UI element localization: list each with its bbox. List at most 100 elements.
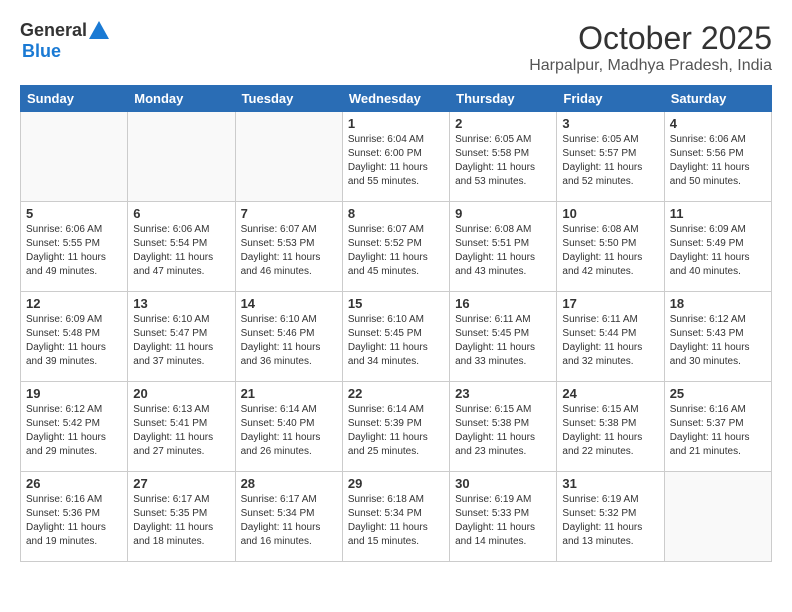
calendar-cell: 31 Sunrise: 6:19 AMSunset: 5:32 PMDayligh… [557,472,664,562]
day-number: 21 [241,386,337,401]
calendar-cell: 7 Sunrise: 6:07 AMSunset: 5:53 PMDaylight… [235,202,342,292]
day-number: 26 [26,476,122,491]
calendar-cell: 11 Sunrise: 6:09 AMSunset: 5:49 PMDayligh… [664,202,771,292]
calendar-cell: 15 Sunrise: 6:10 AMSunset: 5:45 PMDayligh… [342,292,449,382]
day-info: Sunrise: 6:10 AMSunset: 5:47 PMDaylight:… [133,313,229,369]
calendar-cell: 5 Sunrise: 6:06 AMSunset: 5:55 PMDaylight… [21,202,128,292]
day-number: 18 [670,296,766,311]
calendar-cell: 19 Sunrise: 6:12 AMSunset: 5:42 PMDayligh… [21,382,128,472]
day-info: Sunrise: 6:18 AMSunset: 5:34 PMDaylight:… [348,493,444,549]
calendar-week-row: 1Sunrise: 6:04 AMSunset: 6:00 PMDaylight… [21,112,772,202]
calendar-cell [235,112,342,202]
day-number: 6 [133,206,229,221]
calendar-cell: 21Sunrise: 6:14 AMSunset: 5:40 PMDayligh… [235,382,342,472]
day-info: Sunrise: 6:14 AMSunset: 5:39 PMDaylight:… [348,403,444,459]
day-number: 19 [26,386,122,401]
day-number: 27 [133,476,229,491]
day-info: Sunrise: 6:08 AMSunset: 5:50 PMDaylight:… [562,223,658,279]
calendar-cell: 20Sunrise: 6:13 AMSunset: 5:41 PMDayligh… [128,382,235,472]
day-info: Sunrise: 6:15 AMSunset: 5:38 PMDaylight:… [562,403,658,459]
day-info: Sunrise: 6:09 AMSunset: 5:48 PMDaylight:… [26,313,122,369]
calendar-cell: 4 Sunrise: 6:06 AMSunset: 5:56 PMDaylight… [664,112,771,202]
day-info: Sunrise: 6:15 AMSunset: 5:38 PMDaylight:… [455,403,551,459]
day-info: Sunrise: 6:10 AMSunset: 5:45 PMDaylight:… [348,313,444,369]
calendar-cell: 1Sunrise: 6:04 AMSunset: 6:00 PMDaylight… [342,112,449,202]
calendar-cell: 8Sunrise: 6:07 AMSunset: 5:52 PMDaylight… [342,202,449,292]
day-number: 17 [562,296,658,311]
calendar-cell: 30 Sunrise: 6:19 AMSunset: 5:33 PMDayligh… [450,472,557,562]
day-number: 13 [133,296,229,311]
day-info: Sunrise: 6:08 AMSunset: 5:51 PMDaylight:… [455,223,551,279]
calendar-cell [664,472,771,562]
day-info: Sunrise: 6:11 AMSunset: 5:44 PMDaylight:… [562,313,658,369]
day-number: 12 [26,296,122,311]
day-number: 24 [562,386,658,401]
weekday-header: Friday [557,86,664,112]
day-number: 3 [562,116,658,131]
calendar-cell: 3 Sunrise: 6:05 AMSunset: 5:57 PMDaylight… [557,112,664,202]
calendar-cell: 14 Sunrise: 6:10 AMSunset: 5:46 PMDayligh… [235,292,342,382]
day-info: Sunrise: 6:07 AMSunset: 5:53 PMDaylight:… [241,223,337,279]
day-info: Sunrise: 6:06 AMSunset: 5:54 PMDaylight:… [133,223,229,279]
weekday-header: Thursday [450,86,557,112]
logo-blue-text: Blue [22,41,61,61]
day-number: 5 [26,206,122,221]
calendar-cell [21,112,128,202]
day-info: Sunrise: 6:16 AMSunset: 5:37 PMDaylight:… [670,403,766,459]
calendar-cell: 6 Sunrise: 6:06 AMSunset: 5:54 PMDaylight… [128,202,235,292]
location: Harpalpur, Madhya Pradesh, India [529,57,772,75]
weekday-header-row: SundayMondayTuesdayWednesdayThursdayFrid… [21,86,772,112]
day-number: 15 [348,296,444,311]
day-info: Sunrise: 6:09 AMSunset: 5:49 PMDaylight:… [670,223,766,279]
calendar-cell: 10 Sunrise: 6:08 AMSunset: 5:50 PMDayligh… [557,202,664,292]
calendar-week-row: 5 Sunrise: 6:06 AMSunset: 5:55 PMDaylight… [21,202,772,292]
day-number: 30 [455,476,551,491]
day-info: Sunrise: 6:05 AMSunset: 5:57 PMDaylight:… [562,133,658,189]
day-number: 25 [670,386,766,401]
page-header: General Blue October 2025 Harpalpur, Mad… [20,20,772,75]
calendar-cell [128,112,235,202]
day-info: Sunrise: 6:16 AMSunset: 5:36 PMDaylight:… [26,493,122,549]
calendar-cell: 26 Sunrise: 6:16 AMSunset: 5:36 PMDayligh… [21,472,128,562]
calendar-cell: 23 Sunrise: 6:15 AMSunset: 5:38 PMDayligh… [450,382,557,472]
day-number: 14 [241,296,337,311]
weekday-header: Sunday [21,86,128,112]
title-section: October 2025 Harpalpur, Madhya Pradesh, … [529,20,772,75]
day-number: 2 [455,116,551,131]
month-title: October 2025 [529,20,772,57]
calendar-cell: 29 Sunrise: 6:18 AMSunset: 5:34 PMDayligh… [342,472,449,562]
calendar-cell: 18Sunrise: 6:12 AMSunset: 5:43 PMDayligh… [664,292,771,382]
day-number: 23 [455,386,551,401]
day-number: 29 [348,476,444,491]
calendar-cell: 2 Sunrise: 6:05 AMSunset: 5:58 PMDaylight… [450,112,557,202]
logo-general: General [20,20,87,41]
weekday-header: Saturday [664,86,771,112]
day-number: 16 [455,296,551,311]
weekday-header: Monday [128,86,235,112]
calendar-cell: 27Sunrise: 6:17 AMSunset: 5:35 PMDayligh… [128,472,235,562]
calendar-cell: 24 Sunrise: 6:15 AMSunset: 5:38 PMDayligh… [557,382,664,472]
day-number: 28 [241,476,337,491]
day-number: 20 [133,386,229,401]
day-info: Sunrise: 6:06 AMSunset: 5:55 PMDaylight:… [26,223,122,279]
day-number: 7 [241,206,337,221]
calendar-cell: 9 Sunrise: 6:08 AMSunset: 5:51 PMDaylight… [450,202,557,292]
day-info: Sunrise: 6:12 AMSunset: 5:42 PMDaylight:… [26,403,122,459]
day-info: Sunrise: 6:05 AMSunset: 5:58 PMDaylight:… [455,133,551,189]
day-number: 31 [562,476,658,491]
calendar-week-row: 19 Sunrise: 6:12 AMSunset: 5:42 PMDayligh… [21,382,772,472]
calendar-cell: 12 Sunrise: 6:09 AMSunset: 5:48 PMDayligh… [21,292,128,382]
day-number: 9 [455,206,551,221]
day-info: Sunrise: 6:19 AMSunset: 5:33 PMDaylight:… [455,493,551,549]
logo: General Blue [20,20,109,62]
logo-icon [89,21,109,39]
day-number: 11 [670,206,766,221]
day-number: 10 [562,206,658,221]
calendar-cell: 22Sunrise: 6:14 AMSunset: 5:39 PMDayligh… [342,382,449,472]
day-number: 1 [348,116,444,131]
weekday-header: Tuesday [235,86,342,112]
day-info: Sunrise: 6:06 AMSunset: 5:56 PMDaylight:… [670,133,766,189]
day-number: 4 [670,116,766,131]
day-info: Sunrise: 6:19 AMSunset: 5:32 PMDaylight:… [562,493,658,549]
day-info: Sunrise: 6:10 AMSunset: 5:46 PMDaylight:… [241,313,337,369]
